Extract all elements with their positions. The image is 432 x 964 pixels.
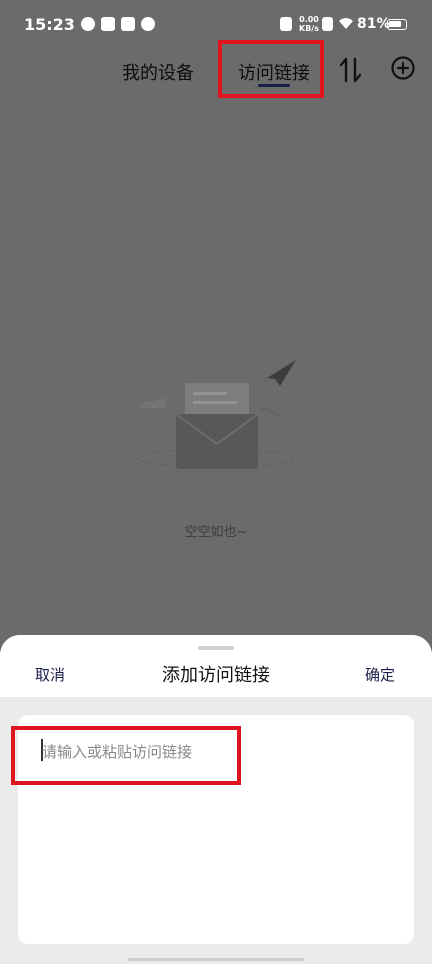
sort-arrows-icon[interactable] — [338, 55, 364, 85]
net-speed-value: 0.00 — [299, 15, 319, 24]
confirm-button[interactable]: 确定 — [365, 664, 395, 685]
notification-icon — [121, 17, 135, 31]
home-indicator — [128, 958, 304, 961]
vibrate-icon — [280, 17, 292, 31]
net-speed: 0.00 KB/s — [299, 15, 319, 33]
sim-off-icon — [322, 17, 333, 31]
envelope-paper-plane-icon — [136, 360, 296, 469]
highlight-box-tab — [218, 40, 324, 98]
status-bar: 15:23 0.00 KB/s 81% — [0, 0, 432, 50]
cancel-button[interactable]: 取消 — [35, 664, 65, 685]
battery-level — [389, 21, 401, 27]
add-circle-icon[interactable] — [390, 55, 416, 81]
highlight-box-input — [11, 726, 241, 785]
empty-state-text: 空空如也~ — [184, 525, 248, 540]
battery-icon — [387, 19, 407, 30]
net-speed-unit: KB/s — [299, 24, 319, 33]
notification-icon — [101, 17, 115, 31]
status-time: 15:23 — [24, 15, 75, 34]
wifi-icon — [339, 18, 353, 29]
app-notification-icon — [81, 17, 95, 31]
add-link-sheet: 添加访问链接 取消 确定 请输入或粘贴访问链接 — [0, 635, 432, 964]
drag-handle[interactable] — [198, 646, 234, 650]
battery-percent: 81% — [357, 16, 391, 32]
tab-my-devices[interactable]: 我的设备 — [122, 59, 194, 85]
fan-icon — [141, 17, 155, 31]
sheet-header: 添加访问链接 取消 确定 — [0, 635, 432, 697]
